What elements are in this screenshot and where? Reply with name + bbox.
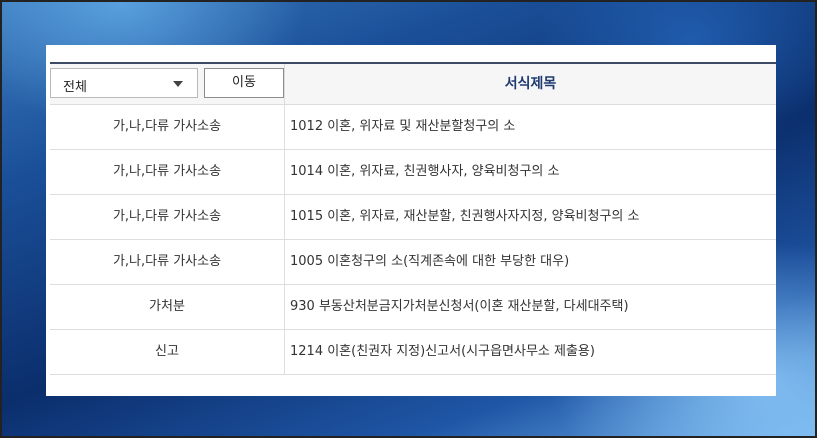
dropdown-caret-icon [173, 81, 183, 87]
row-category: 가,나,다류 가사소송 [50, 240, 285, 284]
row-category: 신고 [50, 330, 285, 374]
table-row[interactable]: 가,나,다류 가사소송 1014 이혼, 위자료, 친권행사자, 양육비청구의 … [50, 150, 776, 195]
table-row[interactable]: 신고 1214 이혼(친권자 지정)신고서(시구읍면사무소 제출용) [50, 330, 776, 375]
desktop-background: 전체 이동 서식제목 가,나,다류 가사소송 1012 이혼, 위자료 및 재산… [0, 0, 817, 438]
row-category: 가,나,다류 가사소송 [50, 105, 285, 149]
table-row[interactable]: 가,나,다류 가사소송 1005 이혼청구의 소(직계존속에 대한 부당한 대우… [50, 240, 776, 285]
table-row[interactable]: 가,나,다류 가사소송 1015 이혼, 위자료, 재산분할, 친권행사자지정,… [50, 195, 776, 240]
category-select-value: 전체 [63, 80, 87, 95]
row-title-link[interactable]: 1014 이혼, 위자료, 친권행사자, 양육비청구의 소 [290, 150, 768, 194]
row-title-link[interactable]: 1015 이혼, 위자료, 재산분할, 친권행사자지정, 양육비청구의 소 [290, 195, 768, 239]
row-category: 가,나,다류 가사소송 [50, 195, 285, 239]
form-list: 가,나,다류 가사소송 1012 이혼, 위자료 및 재산분할청구의 소 가,나… [50, 105, 776, 375]
row-title-link[interactable]: 1005 이혼청구의 소(직계존속에 대한 부당한 대우) [290, 240, 768, 284]
column-header-title: 서식제목 [504, 76, 557, 92]
category-select[interactable]: 전체 [50, 68, 198, 98]
row-title-link[interactable]: 1214 이혼(친권자 지정)신고서(시구읍면사무소 제출용) [290, 330, 768, 374]
table-row[interactable]: 가처분 930 부동산처분금지가처분신청서(이혼 재산분할, 다세대주택) [50, 285, 776, 330]
form-list-panel: 전체 이동 서식제목 가,나,다류 가사소송 1012 이혼, 위자료 및 재산… [46, 45, 776, 396]
row-title-link[interactable]: 1012 이혼, 위자료 및 재산분할청구의 소 [290, 105, 768, 149]
row-category: 가처분 [50, 285, 285, 329]
row-category: 가,나,다류 가사소송 [50, 150, 285, 194]
go-button[interactable]: 이동 [204, 68, 284, 98]
row-title-link[interactable]: 930 부동산처분금지가처분신청서(이혼 재산분할, 다세대주택) [290, 285, 768, 329]
table-row[interactable]: 가,나,다류 가사소송 1012 이혼, 위자료 및 재산분할청구의 소 [50, 105, 776, 150]
table-header: 전체 이동 서식제목 [50, 64, 776, 105]
